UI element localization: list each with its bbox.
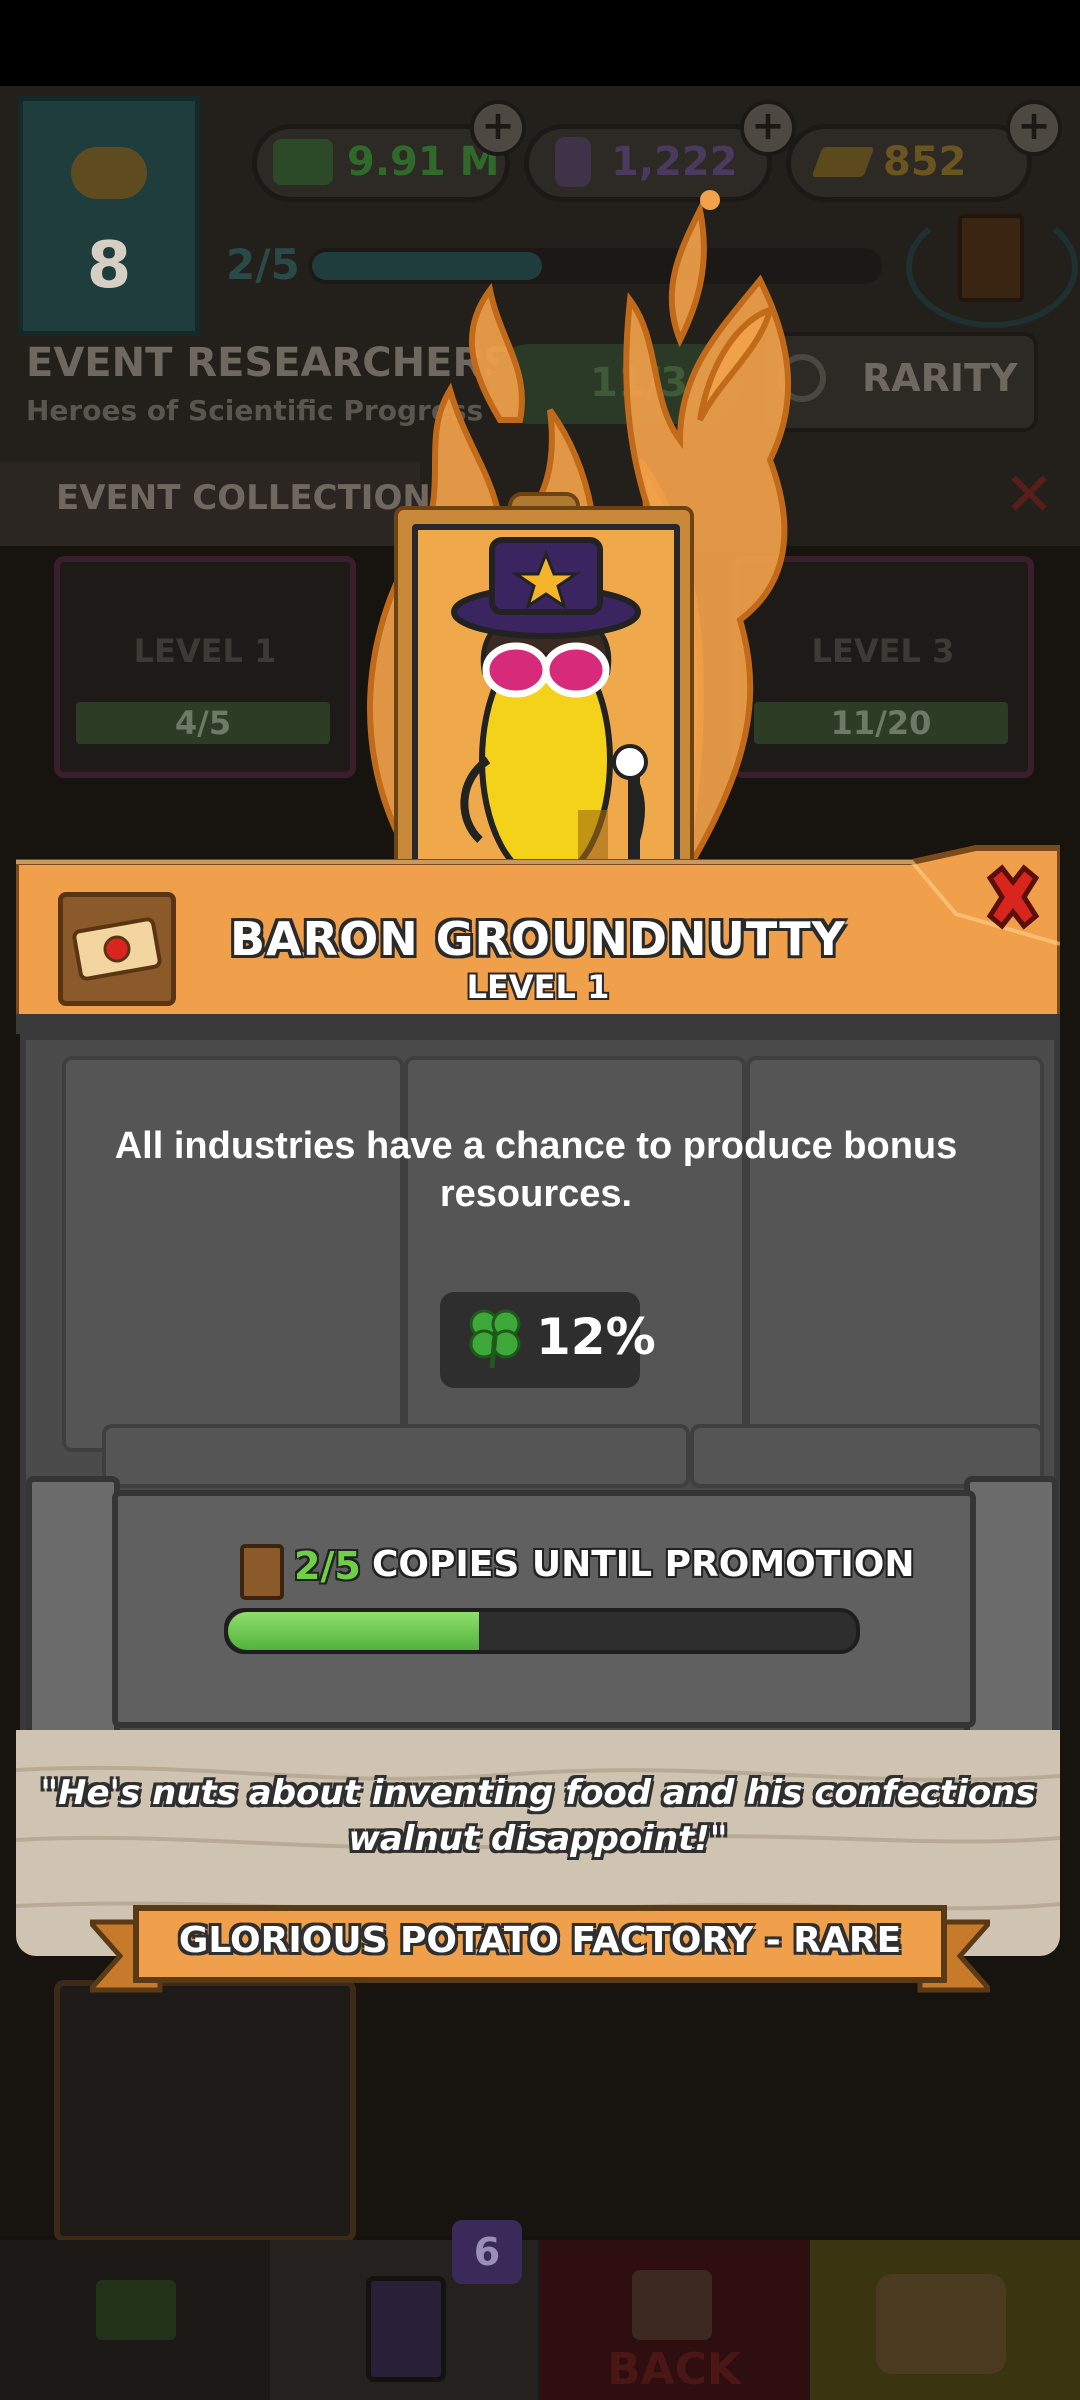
close-icon (986, 864, 1040, 930)
bonus-chip: 12% (440, 1292, 656, 1388)
panel (102, 1424, 690, 1488)
promo-post-left (26, 1476, 120, 1750)
promotion-progress-fill (228, 1612, 480, 1650)
event-level: 8 (86, 229, 132, 303)
nav-chest-button[interactable] (810, 2240, 1080, 2400)
flag-icon (96, 2280, 176, 2340)
researcher-card (394, 506, 694, 896)
panel (746, 1056, 1044, 1452)
background-close-icon[interactable]: ✕ (1004, 460, 1054, 530)
clover-icon (469, 1309, 521, 1369)
add-cash-button[interactable]: + (470, 100, 526, 156)
researcher-quote: "He's nuts about inventing food and his … (40, 1773, 1036, 1859)
copies-count: 2/5 (294, 1544, 361, 1588)
nav-flag-button[interactable] (0, 2240, 268, 2400)
nav-cards-badge: 6 (452, 2220, 522, 2284)
laurel-icon (906, 206, 1078, 328)
gold-resource: 852 (786, 124, 1032, 202)
event-progress-label: 2/5 (226, 240, 300, 289)
researcher-portrait (412, 524, 680, 882)
researcher-level: LEVEL 1 (466, 968, 610, 1006)
card-copy-icon (240, 1544, 284, 1600)
bonus-value: 12% (536, 1308, 656, 1366)
add-potion-button[interactable]: + (740, 100, 796, 156)
card-progress: 4/5 (76, 702, 330, 744)
promotion-panel (16, 1476, 1060, 1750)
nav-back-label: BACK (607, 2344, 741, 2395)
researcher-name: BARON GROUNDNUTTY (230, 912, 846, 966)
rarity-label: RARITY (862, 356, 1018, 400)
status-bar (0, 0, 1080, 86)
researcher-description: All industries have a chance to produce … (114, 1125, 958, 1215)
peanut-researcher-illustration (418, 530, 674, 876)
nav-back-button[interactable]: BACK (540, 2240, 808, 2400)
researcher-dialog: BARON GROUNDNUTTY LEVEL 1 All industries… (15, 844, 1061, 1960)
event-banner: 8 (18, 96, 200, 336)
panel (62, 1056, 404, 1452)
footer-label: GLORIOUS POTATO FACTORY - RARE (178, 1920, 902, 1961)
promotion-progress-bar (224, 1608, 860, 1654)
gold-value: 852 (883, 139, 967, 185)
gold-bar-icon (811, 147, 875, 177)
close-button[interactable] (978, 862, 1048, 932)
panel (404, 1056, 746, 1452)
copies-label: COPIES UNTIL PROMOTION (372, 1544, 915, 1585)
add-gold-button[interactable]: + (1006, 100, 1062, 156)
chest-icon (876, 2274, 1006, 2374)
bottom-nav: BACK (0, 2240, 1080, 2400)
candy-icon (71, 147, 147, 199)
back-icon (632, 2270, 712, 2340)
promo-post-right (964, 1476, 1058, 1750)
cards-icon (366, 2276, 446, 2382)
background-card[interactable] (54, 1980, 356, 2242)
